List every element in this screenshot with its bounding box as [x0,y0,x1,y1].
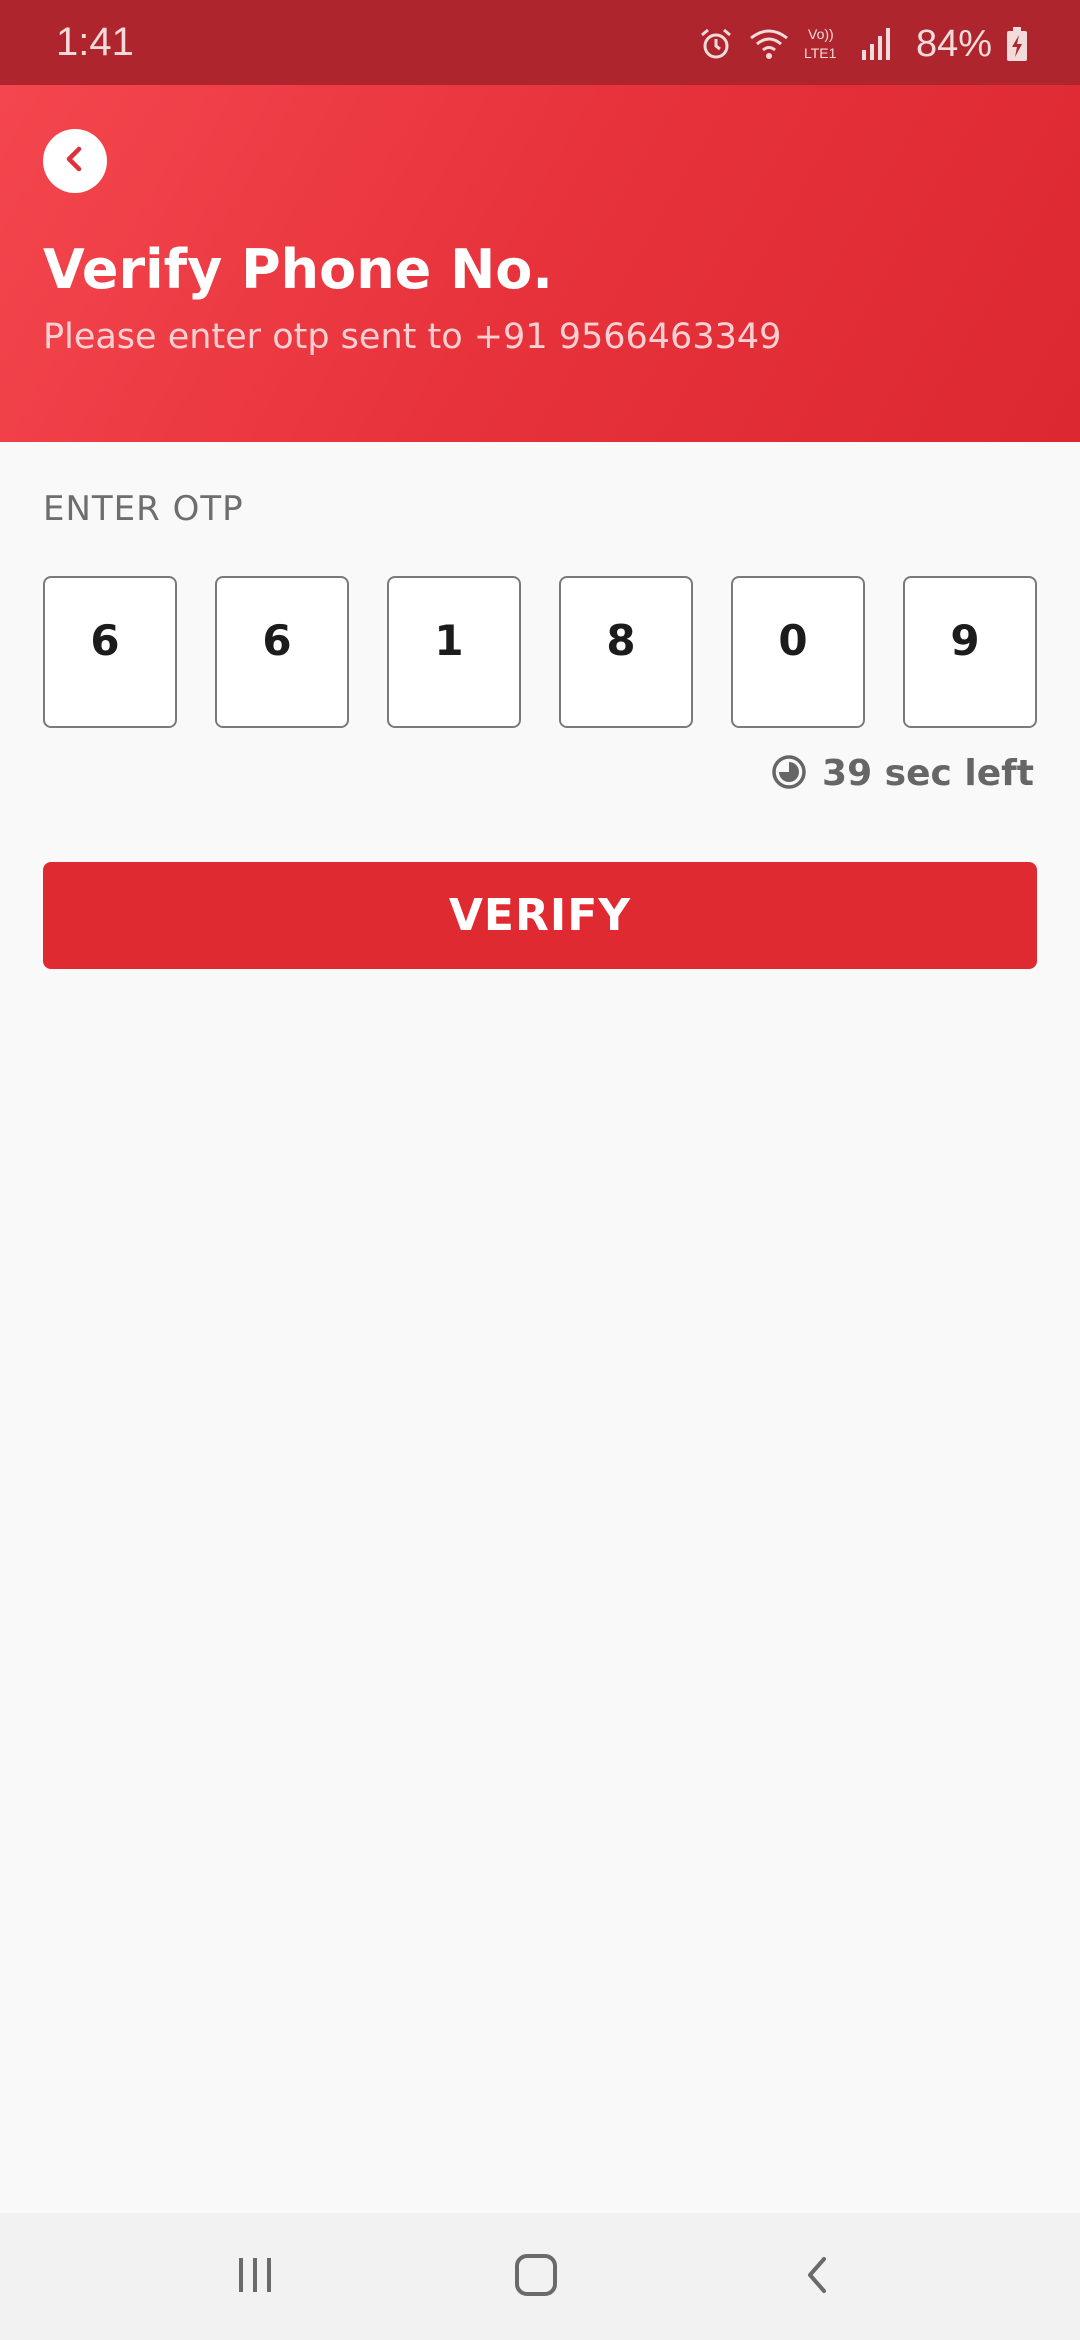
home-button[interactable] [486,2237,586,2317]
otp-digit-field-4[interactable]: 8 [559,576,693,728]
otp-digit-4: 8 [606,616,636,665]
otp-digit-field-6[interactable]: 9 [903,576,1037,728]
battery-charging-icon [1006,26,1028,62]
otp-digit-6: 9 [950,616,980,665]
volte-icon: Vo)) LTE1 [804,24,846,64]
otp-input-row: 6 6 1 8 0 9 [43,576,1037,728]
otp-digit-field-3[interactable]: 1 [387,576,521,728]
chevron-left-icon [58,142,92,180]
page-title: Verify Phone No. [43,238,553,301]
otp-digit-5: 0 [778,616,808,665]
back-button[interactable] [43,129,107,193]
back-nav-button[interactable] [768,2237,868,2317]
status-time: 1:41 [56,20,134,64]
otp-digit-2: 6 [262,616,292,665]
otp-digit-field-5[interactable]: 0 [731,576,865,728]
alarm-icon [698,26,734,62]
otp-timer: 39 sec left [770,750,1034,798]
recents-button[interactable] [205,2237,305,2317]
otp-digit-field-1[interactable]: 6 [43,576,177,728]
otp-label: ENTER OTP [43,489,244,529]
svg-text:Vo)): Vo)) [808,26,834,42]
recents-icon [233,2253,277,2301]
page-subtitle: Please enter otp sent to +91 9566463349 [43,317,782,357]
timer-text: 39 sec left [822,753,1034,794]
verify-button[interactable]: VERIFY [43,862,1037,969]
otp-digit-3: 1 [434,616,464,665]
status-bar: 1:41 Vo)) LTE1 84% [0,0,1080,85]
timer-icon [770,753,808,795]
home-icon [512,2251,560,2303]
system-navigation-bar [0,2213,1080,2340]
wifi-icon [748,26,790,62]
otp-digit-field-2[interactable]: 6 [215,576,349,728]
otp-digit-1: 6 [90,616,120,665]
header: Verify Phone No. Please enter otp sent t… [0,85,1080,442]
back-icon [796,2253,840,2301]
battery-percentage: 84% [915,22,992,65]
status-icons: Vo)) LTE1 84% [698,20,1028,68]
signal-icon [860,26,892,62]
svg-text:LTE1: LTE1 [804,45,837,61]
